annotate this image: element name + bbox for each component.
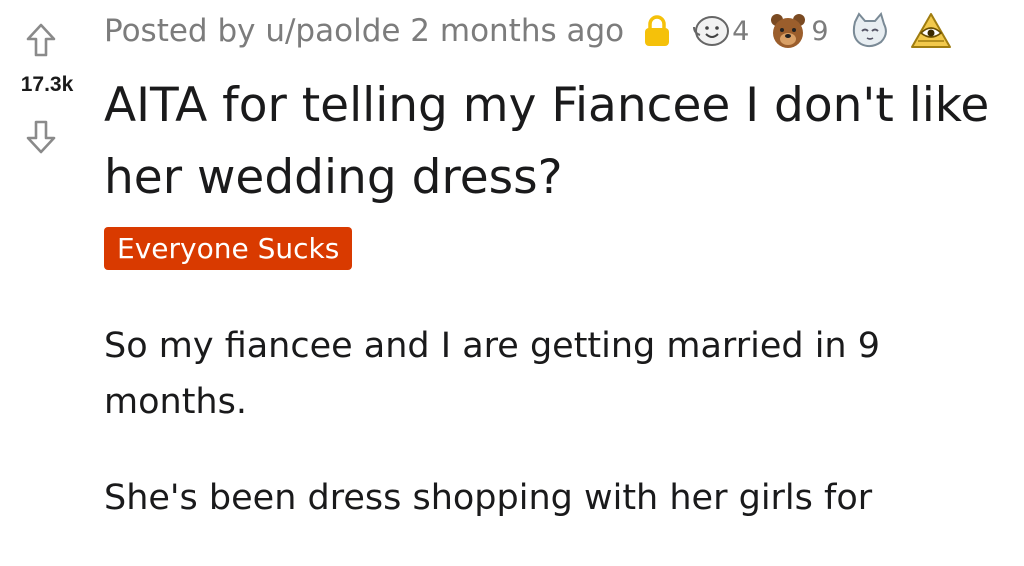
award-pyramid[interactable] (909, 11, 953, 51)
body-paragraph: She's been dress shopping with her girls… (104, 478, 873, 518)
award-cat[interactable] (847, 12, 891, 50)
wholesome-award-icon (693, 16, 730, 46)
post-body: So my fiancee and I are getting married … (104, 318, 984, 566)
pyramid-eye-award-icon (910, 13, 951, 48)
post-meta: Posted by u/paolde 2 months ago 4 9 (104, 6, 953, 56)
downvote-button[interactable] (21, 117, 61, 157)
vote-score: 17.3k (20, 73, 74, 96)
upvote-arrow-icon (26, 23, 56, 57)
upvote-button[interactable] (21, 20, 61, 60)
post-title[interactable]: AITA for telling my Fiancee I don't like… (104, 70, 1004, 214)
body-paragraph: So my fiancee and I are getting married … (104, 326, 880, 422)
award-wholesome[interactable]: 4 (690, 13, 749, 49)
award-bear[interactable]: 9 (767, 11, 829, 51)
posted-by-text: Posted by u/paolde 2 months ago (104, 13, 625, 49)
bear-award-icon (771, 14, 806, 48)
lock-icon (642, 14, 672, 48)
award-count: 9 (811, 15, 829, 47)
award-count: 4 (732, 15, 750, 47)
downvote-arrow-icon (26, 120, 56, 154)
post-flair[interactable]: Everyone Sucks (104, 227, 353, 270)
cat-award-icon (852, 12, 887, 48)
